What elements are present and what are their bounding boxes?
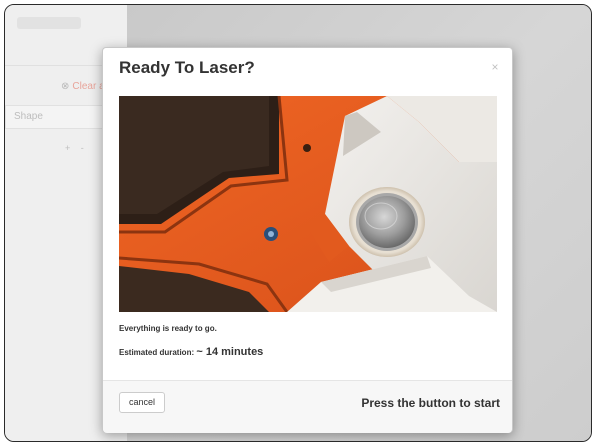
dialog-header: Ready To Laser? × — [103, 48, 512, 88]
estimated-duration: Estimated duration: ~ 14 minutes — [119, 346, 263, 358]
zoom-controls: + - — [65, 143, 88, 153]
laser-button-photo — [119, 96, 497, 312]
start-instruction: Press the button to start — [361, 396, 500, 410]
duration-value: ~ 14 minutes — [196, 346, 264, 358]
duration-label: Estimated duration: — [119, 348, 195, 357]
circle-x-icon: ⊗ — [61, 81, 70, 92]
dialog-title: Ready To Laser? — [119, 58, 255, 77]
close-icon[interactable]: × — [488, 60, 502, 74]
ready-to-laser-dialog: Ready To Laser? × Everything is ready to… — [102, 47, 513, 433]
shape-label: Shape — [14, 111, 43, 122]
dialog-footer: cancel Press the button to start — [103, 380, 512, 433]
status-text: Everything is ready to go. — [119, 324, 217, 333]
app-window: ⊗Clear all Shape + - Ready To Laser? × — [4, 4, 592, 442]
background-sidebar-header — [17, 17, 81, 29]
cancel-button[interactable]: cancel — [119, 392, 166, 413]
shape-row: Shape — [5, 105, 117, 129]
